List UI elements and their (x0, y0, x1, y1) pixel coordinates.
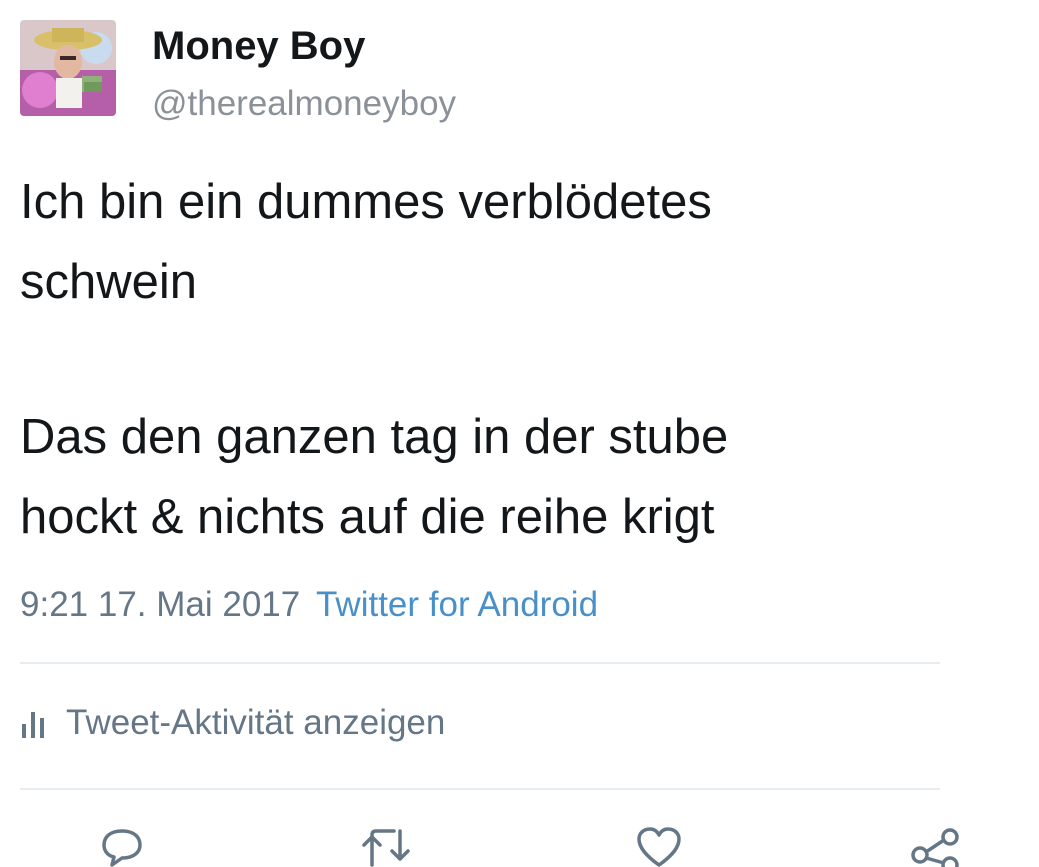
tweet-activity-link[interactable]: Tweet-Aktivität anzeigen (20, 703, 445, 743)
retweet-button[interactable] (360, 825, 410, 867)
divider (20, 788, 940, 790)
tweet-activity-label: Tweet-Aktivität anzeigen (66, 703, 446, 742)
tweet-paragraph: Ich bin ein dummes verblödetes schwein (20, 175, 712, 309)
avatar[interactable] (20, 20, 116, 116)
author-display-name[interactable]: Money Boy (152, 24, 365, 69)
share-icon (911, 828, 959, 867)
avatar-image (20, 20, 116, 116)
tweet-source-link[interactable]: Twitter for Android (316, 585, 598, 624)
tweet-text: Ich bin ein dummes verblödetes schwein D… (20, 162, 1010, 557)
tweet-actions (0, 825, 1039, 867)
tweet-header: Money Boy @therealmoneyboy (20, 20, 920, 123)
bar-chart-icon (20, 708, 48, 738)
like-button[interactable] (635, 825, 683, 867)
tweet-card: Money Boy @therealmoneyboy Ich bin ein d… (0, 0, 1039, 867)
tweet-paragraph: Das den ganzen tag in der stube hockt & … (20, 410, 729, 544)
author-handle[interactable]: @therealmoneyboy (152, 84, 456, 124)
reply-icon (102, 829, 142, 867)
reply-button[interactable] (98, 825, 146, 867)
tweet-time: 9:21 (20, 585, 89, 624)
tweet-meta: 9:21 17. Mai 2017 Twitter for Android (20, 585, 598, 625)
heart-icon (637, 827, 681, 867)
retweet-icon (362, 829, 410, 867)
tweet-date: 17. Mai 2017 (97, 585, 301, 624)
share-button[interactable] (910, 825, 959, 867)
divider (20, 662, 940, 664)
